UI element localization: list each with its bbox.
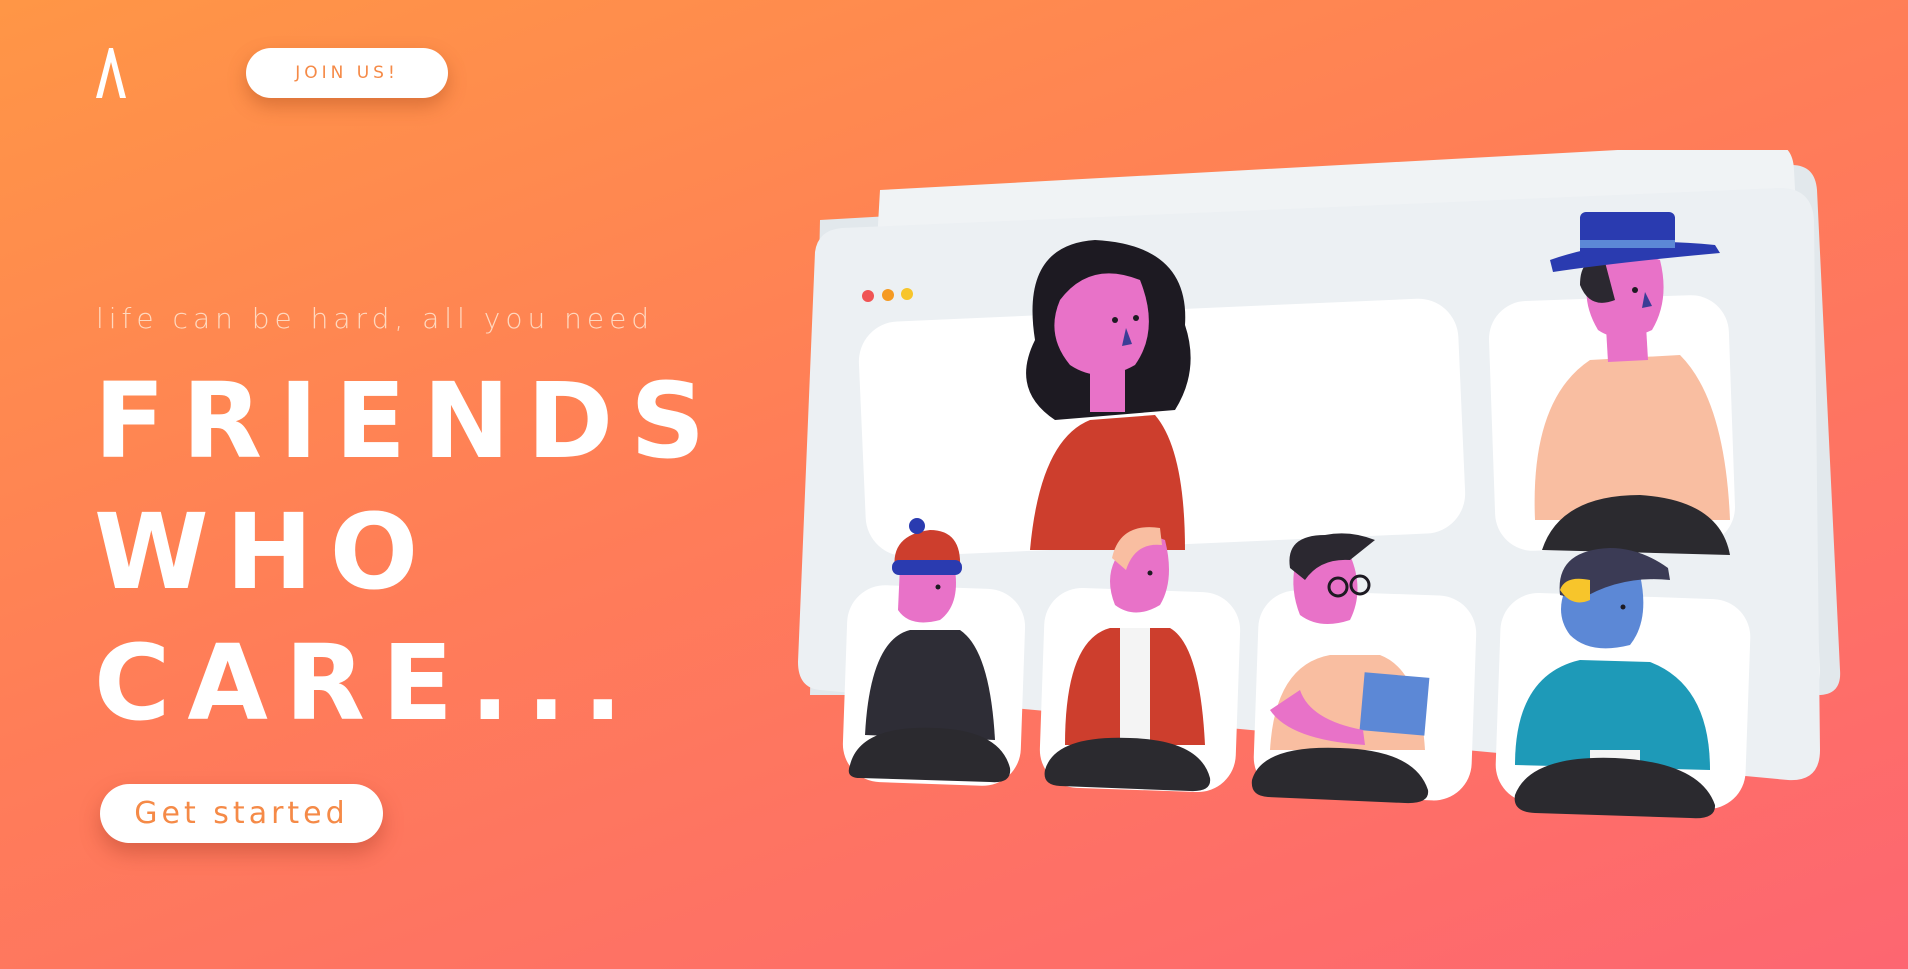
triangle-logo-icon[interactable] <box>96 48 126 98</box>
window-dot-yellow <box>901 288 913 300</box>
woman-with-dark-hair-avatar <box>1026 240 1191 550</box>
join-us-button[interactable]: JOIN US! <box>246 48 448 98</box>
headline-line-3: CARE... <box>94 622 640 744</box>
get-started-button[interactable]: Get started <box>100 784 383 843</box>
video-call-illustration <box>798 150 1841 819</box>
headline-line-1: FRIENDS <box>94 360 723 482</box>
headline-line-2: WHO <box>94 491 436 613</box>
window-dot-orange <box>882 289 894 301</box>
tagline: life can be hard, all you need <box>96 302 655 335</box>
main-window <box>798 188 1820 819</box>
headline: FRIENDS WHO CARE... <box>94 356 722 749</box>
window-dot-red <box>862 290 874 302</box>
